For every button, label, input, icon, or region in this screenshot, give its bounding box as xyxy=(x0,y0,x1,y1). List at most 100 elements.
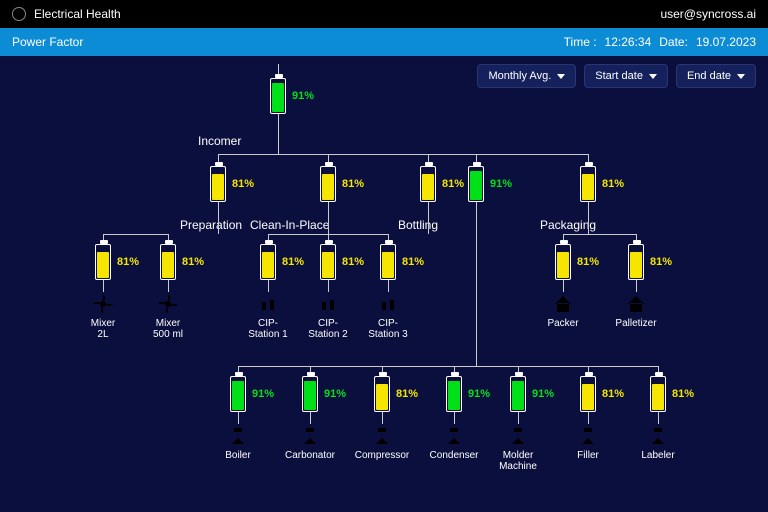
wire xyxy=(218,154,588,155)
wire xyxy=(218,218,219,234)
wire xyxy=(268,280,269,292)
wire xyxy=(658,412,659,424)
time-label: Time : xyxy=(564,35,597,49)
wire xyxy=(476,202,477,366)
user-email: user@syncross.ai xyxy=(660,7,756,21)
fan-icon xyxy=(156,292,180,316)
eq-lb0: Boiler xyxy=(225,450,251,461)
battery-lt2 xyxy=(260,244,276,280)
battery-lt1 xyxy=(160,244,176,280)
pct-lt0: 81% xyxy=(117,256,139,268)
pct-lt1: 81% xyxy=(182,256,204,268)
datetime-info: Time : 12:26:34 Date: 19.07.2023 xyxy=(564,35,756,49)
battery-lb0 xyxy=(230,376,246,412)
mach-icon xyxy=(370,424,394,448)
wire xyxy=(218,202,219,218)
home-icon xyxy=(551,292,575,316)
pct-g4: 81% xyxy=(602,178,624,190)
wire xyxy=(588,202,589,218)
wire xyxy=(428,218,429,234)
mach-icon xyxy=(226,424,250,448)
pct-g1: 81% xyxy=(342,178,364,190)
wire xyxy=(238,412,239,424)
battery-g3 xyxy=(468,166,484,202)
mach-icon xyxy=(646,424,670,448)
pct-lt5: 81% xyxy=(577,256,599,268)
logo-area: Electrical Health xyxy=(12,7,121,21)
battery-lb5 xyxy=(580,376,596,412)
top-bar: Electrical Health user@syncross.ai xyxy=(0,0,768,28)
wire xyxy=(588,218,589,234)
eq-lt0: Mixer2L xyxy=(91,318,115,340)
pct-lt3: 81% xyxy=(342,256,364,268)
battery-g2 xyxy=(420,166,436,202)
app-title: Electrical Health xyxy=(34,7,121,21)
pct-lt4: 81% xyxy=(402,256,424,268)
battery-lb4 xyxy=(510,376,526,412)
pct-g2: 81% xyxy=(442,178,464,190)
pct-lt6: 81% xyxy=(650,256,672,268)
section-incomer: Incomer xyxy=(198,134,241,148)
wire xyxy=(168,280,169,292)
battery-lb6 xyxy=(650,376,666,412)
battery-lb2 xyxy=(374,376,390,412)
wire xyxy=(588,412,589,424)
mach-icon xyxy=(298,424,322,448)
wire xyxy=(103,234,168,235)
time-value: 12:26:34 xyxy=(605,35,652,49)
fan-icon xyxy=(91,292,115,316)
pct-lb3: 91% xyxy=(468,388,490,400)
pct-lt2: 81% xyxy=(282,256,304,268)
battery-g4 xyxy=(580,166,596,202)
battery-root xyxy=(270,78,286,114)
wire xyxy=(310,412,311,424)
page-title: Power Factor xyxy=(12,35,83,49)
wire xyxy=(428,202,429,218)
battery-g0 xyxy=(210,166,226,202)
wire xyxy=(388,280,389,292)
battery-lt3 xyxy=(320,244,336,280)
station-icon xyxy=(256,292,280,316)
section-cip: Clean-In-Place xyxy=(250,218,329,232)
section-prep: Preparation xyxy=(180,218,242,232)
wire xyxy=(563,234,636,235)
wire xyxy=(382,412,383,424)
home-icon xyxy=(624,292,648,316)
eq-lt5: Packer xyxy=(547,318,578,329)
mach-icon xyxy=(506,424,530,448)
eq-lb2: Compressor xyxy=(355,450,409,461)
pct-lb2: 81% xyxy=(396,388,418,400)
wire xyxy=(518,412,519,424)
pct-lb1: 91% xyxy=(324,388,346,400)
pct-lb5: 81% xyxy=(602,388,624,400)
eq-lt1: Mixer500 ml xyxy=(153,318,183,340)
logo-icon xyxy=(12,7,26,21)
mach-icon xyxy=(442,424,466,448)
pct-root: 91% xyxy=(292,90,314,102)
wire xyxy=(563,280,564,292)
pct-g0: 81% xyxy=(232,178,254,190)
eq-lb4: MolderMachine xyxy=(499,450,537,472)
battery-lt5 xyxy=(555,244,571,280)
pct-lb6: 81% xyxy=(672,388,694,400)
wire xyxy=(238,366,658,367)
eq-lb3: Condenser xyxy=(430,450,479,461)
eq-lt4: CIP-Station 3 xyxy=(368,318,407,340)
battery-lt6 xyxy=(628,244,644,280)
eq-lb6: Labeler xyxy=(641,450,674,461)
battery-lb3 xyxy=(446,376,462,412)
battery-lt0 xyxy=(95,244,111,280)
pct-g3: 91% xyxy=(490,178,512,190)
date-label: Date: xyxy=(659,35,688,49)
battery-g1 xyxy=(320,166,336,202)
battery-lb1 xyxy=(302,376,318,412)
wire xyxy=(278,114,279,154)
eq-lb1: Carbonator xyxy=(285,450,335,461)
diagram-canvas: 91% Incomer 81% 81% 81% 91% 81% Preparation Clea… xyxy=(0,56,768,512)
battery-lt4 xyxy=(380,244,396,280)
sub-bar: Power Factor Time : 12:26:34 Date: 19.07… xyxy=(0,28,768,56)
date-value: 19.07.2023 xyxy=(696,35,756,49)
mach-icon xyxy=(576,424,600,448)
eq-lt3: CIP-Station 2 xyxy=(308,318,347,340)
wire xyxy=(328,202,329,218)
